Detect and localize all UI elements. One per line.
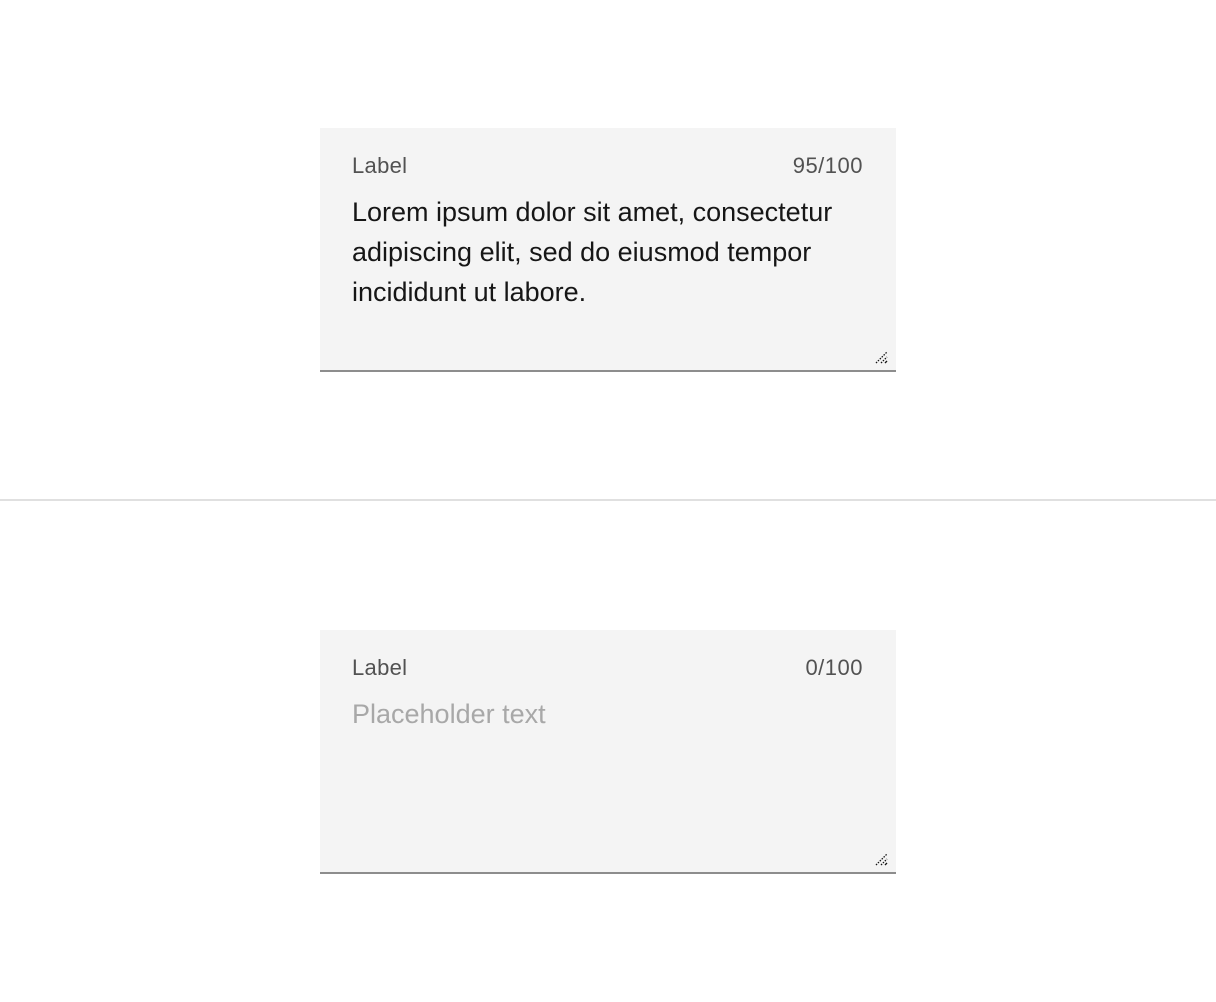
- text-area-placeholder[interactable]: Placeholder text: [352, 694, 852, 734]
- section-divider: [0, 499, 1216, 501]
- character-counter: 95/100: [792, 153, 863, 178]
- character-counter: 0/100: [805, 655, 863, 680]
- page: Label 95/100 Lorem ipsum dolor sit amet,…: [0, 0, 1216, 1002]
- field-label: Label: [352, 655, 408, 680]
- resize-grip-icon[interactable]: [874, 852, 888, 866]
- text-area-value[interactable]: Lorem ipsum dolor sit amet, consectetur …: [352, 192, 852, 312]
- resize-grip-icon[interactable]: [874, 350, 888, 364]
- text-area-empty[interactable]: Label 0/100 Placeholder text: [320, 630, 896, 874]
- text-area-filled[interactable]: Label 95/100 Lorem ipsum dolor sit amet,…: [320, 128, 896, 372]
- field-label: Label: [352, 153, 408, 178]
